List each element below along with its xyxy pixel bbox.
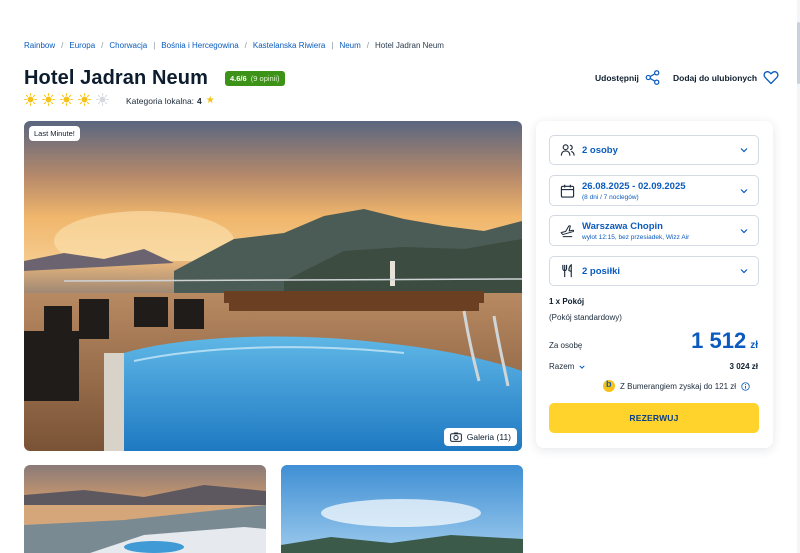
share-label: Udostępnij	[595, 72, 639, 83]
share-button[interactable]: Udostępnij	[595, 70, 660, 85]
chevron-down-icon	[740, 228, 748, 233]
cutlery-icon	[562, 263, 572, 278]
gallery-label: Galeria (11)	[466, 432, 511, 442]
persons-selector[interactable]: 2 osoby	[549, 135, 759, 165]
breadcrumb-kastelanska[interactable]: Kastelanska Riwiera	[253, 41, 325, 50]
favorite-label: Dodaj do ulubionych	[673, 72, 758, 83]
room-type: (Pokój standardowy)	[549, 313, 622, 322]
bumerang-promo: b Z Bumerangiem zyskaj do 121 zł	[603, 379, 750, 392]
meals-selector[interactable]: 2 posiłki	[549, 256, 759, 286]
chevron-down-icon	[579, 365, 585, 369]
camera-icon	[449, 432, 462, 442]
breadcrumb-bosnia[interactable]: Bośnia i Hercegowina	[161, 41, 238, 50]
bumerang-logo: b	[603, 379, 615, 392]
sun-icon	[60, 93, 73, 106]
breadcrumb-chorwacja[interactable]: Chorwacja	[109, 41, 147, 50]
breadcrumb-europa[interactable]: Europa	[69, 41, 95, 50]
breadcrumb-rainbow[interactable]: Rainbow	[24, 41, 55, 50]
gallery-thumbnail[interactable]	[24, 465, 266, 553]
departure-details: wylot 12:15, bez przesiadek, Wizz Air	[582, 234, 690, 241]
per-person-label: Za osobę	[549, 341, 583, 350]
breadcrumb-separator: |	[331, 41, 334, 50]
dates-value: 26.08.2025 - 02.09.2025	[582, 181, 686, 192]
gallery-thumbnail[interactable]	[281, 465, 523, 553]
breadcrumb-separator: /	[366, 41, 370, 50]
thumbnail-image	[281, 465, 523, 553]
calendar-icon	[560, 184, 575, 198]
share-icon	[645, 70, 660, 85]
breadcrumb: Rainbow / Europa / Chorwacja | Bośnia i …	[24, 41, 444, 50]
dates-selector[interactable]: 26.08.2025 - 02.09.2025 (8 dni / 7 nocle…	[549, 175, 759, 206]
users-icon	[560, 144, 575, 156]
reserve-button[interactable]: REZERWUJ	[549, 403, 759, 433]
thumbnail-image	[24, 465, 266, 553]
star-icon: ★	[205, 95, 215, 106]
price-amount: 1 512	[691, 328, 747, 353]
sun-icon	[78, 93, 91, 106]
bumerang-text: Z Bumerangiem zyskaj do 121 zł	[620, 381, 737, 391]
favorite-button[interactable]: Dodaj do ulubionych	[673, 70, 779, 85]
gallery-button[interactable]: Galeria (11)	[443, 428, 517, 446]
total-label: Razem	[549, 362, 575, 371]
breadcrumb-current: Hotel Jadran Neum	[375, 41, 444, 50]
local-category-value: 4	[197, 95, 202, 106]
heart-icon	[763, 71, 779, 85]
rating-count: (9 opinii)	[250, 74, 280, 83]
info-icon[interactable]	[741, 381, 750, 391]
sun-empty-icon	[96, 93, 109, 106]
breadcrumb-separator: /	[244, 41, 247, 50]
booking-panel: 2 osoby 26.08.2025 - 02.09.2025 (8 dni /…	[536, 121, 773, 448]
departure-selector[interactable]: Warszawa Chopin wylot 12:15, bez przesia…	[549, 215, 759, 246]
rating-score: 4.6/6	[230, 74, 247, 83]
meals-value: 2 posiłki	[582, 266, 621, 277]
breadcrumb-separator: /	[101, 41, 104, 50]
chevron-down-icon	[740, 148, 748, 153]
departure-airport: Warszawa Chopin	[582, 221, 663, 232]
main-hotel-photo[interactable]: Last Minute! Galeria (11)	[24, 121, 522, 451]
local-category-label: Kategoria lokalna:	[126, 95, 195, 106]
total-price: 3 024 zł	[729, 362, 758, 371]
chevron-down-icon	[740, 269, 748, 274]
persons-value: 2 osoby	[582, 145, 618, 156]
chevron-down-icon	[740, 188, 748, 193]
price-currency: zł	[750, 340, 758, 351]
breadcrumb-separator: /	[61, 41, 64, 50]
dates-duration: (8 dni / 7 noclegów)	[582, 194, 639, 201]
rating-badge[interactable]: 4.6/6 (9 opinii)	[225, 71, 285, 86]
hotel-photo-image	[24, 121, 522, 451]
price-per-person: 1 512 zł	[691, 328, 758, 354]
breadcrumb-neum[interactable]: Neum	[339, 41, 360, 50]
hotel-title: Hotel Jadran Neum	[24, 67, 208, 89]
local-category: Kategoria lokalna: 4 ★	[126, 95, 215, 106]
plane-icon	[560, 224, 575, 237]
sun-icon	[24, 93, 37, 106]
sun-rating	[24, 93, 109, 106]
sun-icon	[42, 93, 55, 106]
last-minute-badge: Last Minute!	[29, 126, 80, 141]
breadcrumb-separator: |	[153, 41, 156, 50]
total-toggle[interactable]: Razem	[549, 362, 585, 371]
room-count: 1 x Pokój	[549, 297, 585, 306]
